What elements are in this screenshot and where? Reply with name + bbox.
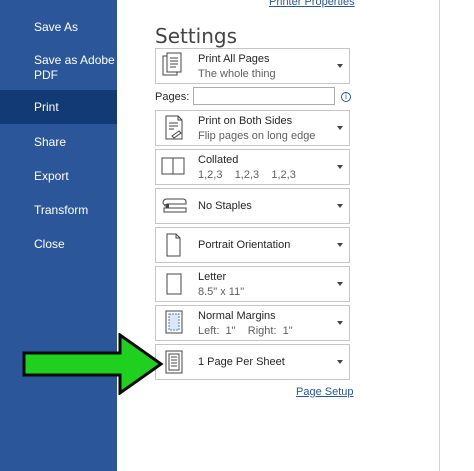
duplex-icon (160, 114, 190, 142)
nav-item-label: Export (34, 169, 69, 183)
chevron-down-icon (337, 126, 343, 130)
nav-item-label: Save as Adobe PDF (34, 53, 115, 82)
chevron-down-icon (337, 204, 343, 208)
nav-item-print[interactable]: Print (0, 90, 117, 124)
chevron-down-icon (337, 282, 343, 286)
nav-item-label: Save As (34, 20, 79, 34)
dropdown-title: Print on Both Sides (198, 115, 293, 127)
print-all-pages-icon (160, 52, 190, 80)
margins-dropdown[interactable]: Normal Margins Left: 1" Right: 1" (155, 305, 350, 341)
dropdown-title: Letter (198, 271, 227, 283)
info-icon[interactable]: i (341, 92, 351, 102)
dropdown-title: Normal Margins (198, 310, 276, 322)
nav-item-label: Print (34, 100, 59, 114)
dropdown-title: Portrait Orientation (198, 239, 291, 251)
pages-per-sheet-icon (160, 349, 190, 377)
preview-divider (439, 0, 440, 471)
dropdown-subtitle: The whole thing (198, 68, 276, 80)
dropdown-subtitle: 8.5" x 11" (198, 286, 245, 298)
dropdown-title: No Staples (198, 200, 252, 212)
dropdown-title: Collated (198, 154, 239, 166)
annotation-arrow-icon (22, 332, 164, 400)
chevron-down-icon (337, 64, 343, 68)
dropdown-title: 1 Page Per Sheet (198, 356, 285, 368)
nav-item-label: Close (34, 237, 65, 251)
dropdown-title: Print All Pages (198, 53, 270, 65)
collated-icon (160, 155, 190, 179)
page-setup-link[interactable]: Page Setup (296, 386, 354, 398)
nav-item-close[interactable]: Close (0, 232, 117, 256)
settings-heading: Settings (155, 24, 238, 48)
stapler-icon (160, 195, 190, 219)
printer-properties-link[interactable]: Printer Properties (269, 0, 355, 8)
dropdown-subtitle: 1,2,3 1,2,3 1,2,3 (198, 169, 296, 181)
nav-item-transform[interactable]: Transform (0, 198, 117, 222)
chevron-down-icon (337, 243, 343, 247)
staples-dropdown[interactable]: No Staples (155, 188, 350, 224)
letter-paper-icon (160, 271, 190, 299)
portrait-icon (160, 232, 190, 260)
chevron-down-icon (337, 165, 343, 169)
orientation-dropdown[interactable]: Portrait Orientation (155, 227, 350, 263)
print-range-dropdown[interactable]: Print All Pages The whole thing (155, 48, 350, 84)
backstage-print-view: Save As Save as Adobe PDF Print Share Ex… (0, 0, 474, 471)
nav-item-label: Transform (34, 203, 89, 217)
chevron-down-icon (337, 360, 343, 364)
chevron-down-icon (337, 321, 343, 325)
collation-dropdown[interactable]: Collated 1,2,3 1,2,3 1,2,3 (155, 149, 350, 185)
nav-item-export[interactable]: Export (0, 164, 117, 188)
nav-item-share[interactable]: Share (0, 130, 117, 154)
nav-item-label: Share (34, 135, 67, 149)
backstage-nav: Save As Save as Adobe PDF Print Share Ex… (0, 0, 117, 471)
dropdown-subtitle: Left: 1" Right: 1" (198, 325, 293, 337)
nav-item-save-as[interactable]: Save As (0, 14, 117, 38)
pages-input[interactable] (193, 87, 335, 105)
paper-size-dropdown[interactable]: Letter 8.5" x 11" (155, 266, 350, 302)
nav-item-save-as-adobe-pdf[interactable]: Save as Adobe PDF (0, 48, 117, 88)
dropdown-subtitle: Flip pages on long edge (198, 130, 316, 142)
margins-icon (160, 309, 190, 337)
pages-label: Pages: (155, 91, 190, 103)
duplex-dropdown[interactable]: Print on Both Sides Flip pages on long e… (155, 110, 350, 146)
pages-per-sheet-dropdown[interactable]: 1 Page Per Sheet (155, 344, 350, 380)
